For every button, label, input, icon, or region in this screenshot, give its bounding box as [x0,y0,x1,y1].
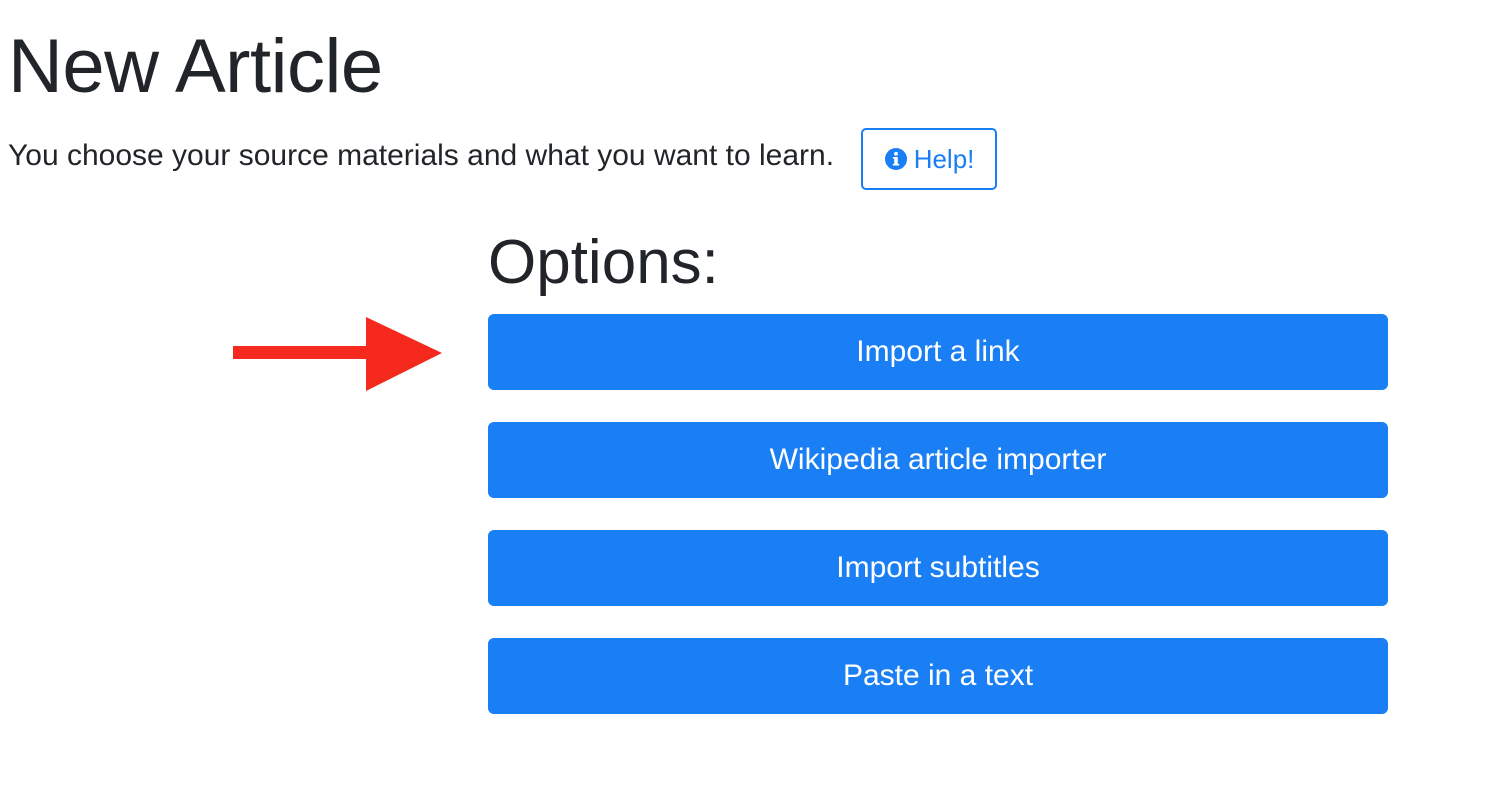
options-list: Import a link Wikipedia article importer… [488,314,1388,746]
page-title: New Article [8,24,383,109]
paste-text-button[interactable]: Paste in a text [488,638,1388,714]
wikipedia-importer-button[interactable]: Wikipedia article importer [488,422,1388,498]
options-heading: Options: [488,228,719,297]
info-circle-icon [884,148,907,170]
import-subtitles-button[interactable]: Import subtitles [488,530,1388,606]
intro-row: You choose your source materials and wha… [8,128,998,190]
red-arrow-icon [233,317,442,391]
import-link-button[interactable]: Import a link [488,314,1388,390]
help-button[interactable]: Help! [861,128,998,190]
page-subtitle: You choose your source materials and wha… [8,139,835,172]
help-button-label: Help! [913,143,975,174]
